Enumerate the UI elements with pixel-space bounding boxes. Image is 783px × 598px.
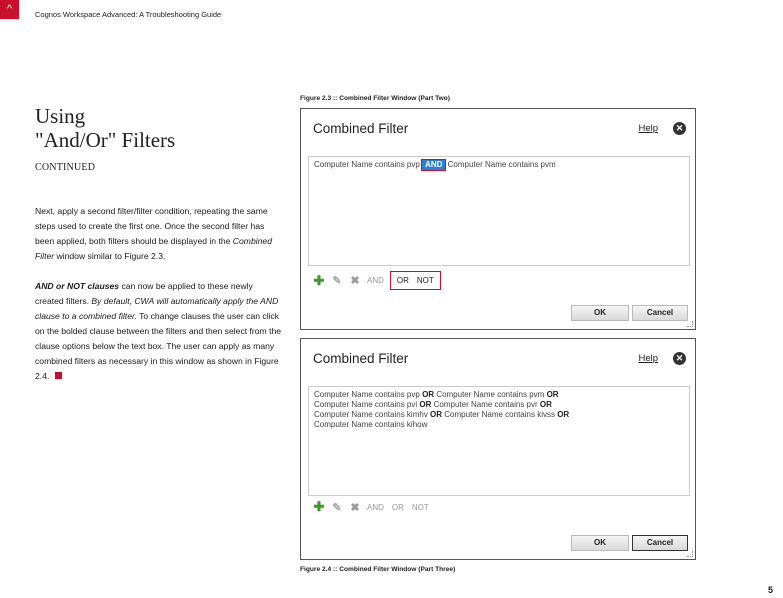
figure-caption-top: Figure 2.3 :: Combined Filter Window (Pa… (300, 95, 451, 102)
help-link[interactable]: Help (638, 123, 658, 134)
document-header-title: Cognos Workspace Advanced: A Troubleshoo… (35, 10, 222, 19)
combined-filter-dialog-part-three: Combined Filter Help ✕ Computer Name con… (300, 338, 696, 560)
clause-or-option[interactable]: OR (397, 276, 409, 285)
ok-button[interactable]: OK (571, 305, 629, 321)
ok-button[interactable]: OK (571, 535, 629, 551)
dialog-title: Combined Filter (313, 351, 409, 366)
close-icon[interactable]: ✕ (673, 352, 686, 365)
resize-grip-icon[interactable] (687, 321, 693, 327)
help-link[interactable]: Help (638, 353, 658, 364)
add-icon[interactable]: ✚ (313, 499, 325, 514)
dialog-title: Combined Filter (313, 121, 409, 136)
clause-and-option[interactable]: AND (367, 276, 384, 285)
filter-expression-box[interactable]: Computer Name contains pvp AND Computer … (308, 156, 690, 266)
end-mark-icon (55, 372, 63, 379)
body-paragraph-1: Next, apply a second filter/filter condi… (35, 206, 272, 261)
cancel-button[interactable]: Cancel (632, 305, 688, 321)
combined-filter-dialog-part-two: Combined Filter Help ✕ Computer Name con… (300, 108, 696, 330)
filter-line: Computer Name contains pvi OR Computer N… (314, 400, 552, 409)
edit-pencil-icon[interactable]: ✎ (331, 275, 343, 287)
resize-grip-icon[interactable] (687, 551, 693, 557)
clause-or-option[interactable]: OR (392, 503, 404, 512)
clause-not-option[interactable]: NOT (412, 503, 429, 512)
filter-toolbar: ✚ ✎ ✖ AND OR NOT (313, 271, 441, 290)
clause-not-option[interactable]: NOT (417, 276, 434, 285)
clause-options-highlight: OR NOT (389, 271, 441, 290)
edit-pencil-icon[interactable]: ✎ (331, 501, 343, 514)
filter-toolbar: ✚ ✎ ✖ AND OR NOT (313, 499, 437, 514)
body-paragraph-2: AND or NOT clauses can now be applied to… (35, 281, 282, 381)
cancel-button[interactable]: Cancel (632, 535, 688, 551)
section-title: Using "And/Or" Filters (35, 104, 176, 152)
page-number: 5 (767, 585, 773, 595)
figure-caption-bottom: Figure 2.4 :: Combined Filter Window (Pa… (300, 566, 456, 573)
filter-line: Computer Name contains kihow (314, 420, 428, 429)
filter-line: Computer Name contains kimhv OR Computer… (314, 410, 570, 419)
delete-x-icon[interactable]: ✖ (349, 275, 361, 287)
logo-icon: ^ (0, 0, 19, 19)
filter-expression-box[interactable]: Computer Name contains pvp OR Computer N… (308, 386, 690, 496)
clause-and-option[interactable]: AND (367, 503, 384, 512)
add-icon[interactable]: ✚ (313, 273, 325, 288)
continued-label: CONTINUED (35, 162, 96, 173)
filter-line: Computer Name contains pvp OR Computer N… (314, 390, 559, 399)
close-icon[interactable]: ✕ (673, 122, 686, 135)
selected-clause-and[interactable]: AND (421, 159, 447, 171)
delete-x-icon[interactable]: ✖ (349, 501, 361, 514)
